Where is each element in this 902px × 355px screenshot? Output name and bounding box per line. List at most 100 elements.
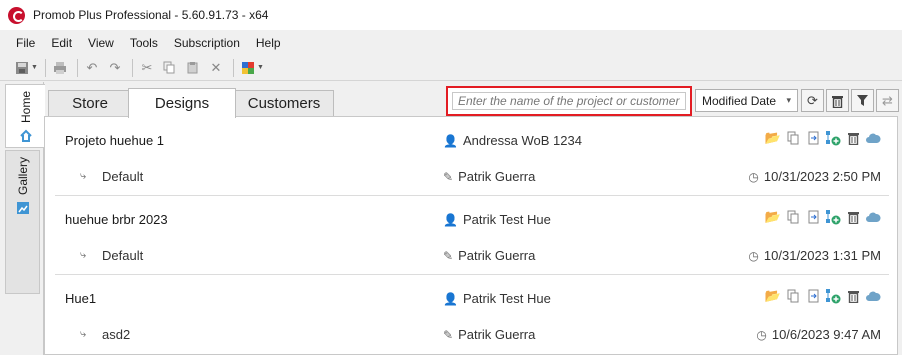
cloud-icon[interactable] [865, 130, 881, 146]
toolbar: ▼ ↶ ↷ ✂ ✕ ▼ [0, 55, 902, 81]
export-icon[interactable] [805, 288, 821, 304]
version-date: ◷ 10/6/2023 9:47 AM [756, 327, 881, 342]
toolbar-separator [76, 58, 78, 77]
menu-help[interactable]: Help [248, 36, 289, 50]
side-tab-home-label: Home [18, 91, 33, 124]
save-icon[interactable] [12, 58, 32, 78]
side-tab-home[interactable]: Home [5, 84, 45, 148]
add-version-icon[interactable] [825, 130, 841, 146]
menu-subscription[interactable]: Subscription [166, 36, 248, 50]
version-tree-icon: ⤷ [80, 249, 87, 261]
trash-button[interactable] [826, 89, 849, 112]
side-panel: Home Gallery [0, 82, 45, 355]
gallery-icon [16, 201, 30, 218]
open-folder-icon[interactable]: 📂 [765, 209, 781, 225]
project-actions: 📂 [765, 130, 881, 146]
pen-icon: ✎ [443, 169, 454, 184]
redo-icon[interactable]: ↷ [105, 58, 125, 78]
project-row[interactable]: Hue1 👤 Patrik Test Hue 📂 ⤷ asd2 ✎ Patrik G… [55, 275, 889, 354]
menu-bar: File Edit View Tools Subscription Help [0, 30, 902, 55]
filter-icon [857, 95, 868, 106]
version-name[interactable]: Default [102, 169, 143, 184]
delete-project-icon[interactable] [845, 130, 861, 146]
duplicate-icon[interactable] [785, 130, 801, 146]
home-icon [19, 129, 33, 146]
open-folder-icon[interactable]: 📂 [765, 288, 781, 304]
duplicate-icon[interactable] [785, 288, 801, 304]
refresh-button[interactable]: ⟳ [801, 89, 824, 112]
project-name[interactable]: huehue brbr 2023 [65, 212, 168, 227]
version-date: ◷ 10/31/2023 2:50 PM [748, 169, 881, 184]
filter-button[interactable] [851, 89, 874, 112]
tab-customers[interactable]: Customers [234, 90, 334, 116]
clock-icon: ◷ [748, 169, 759, 184]
project-row[interactable]: huehue brbr 2023 👤 Patrik Test Hue 📂 ⤷ De… [55, 196, 889, 275]
version-author: ✎ Patrik Guerra [443, 248, 535, 263]
export-icon[interactable] [805, 130, 821, 146]
cloud-icon[interactable] [865, 209, 881, 225]
version-date: ◷ 10/31/2023 1:31 PM [748, 248, 881, 263]
version-tree-icon: ⤷ [80, 328, 87, 340]
search-input[interactable] [452, 92, 686, 110]
customer-name: Andressa WoB 1234 [462, 133, 582, 148]
side-tab-gallery[interactable]: Gallery [5, 150, 40, 294]
user-icon: 👤 [443, 212, 458, 227]
save-dropdown-icon[interactable]: ▼ [31, 64, 38, 71]
palette-dropdown-icon[interactable]: ▼ [257, 64, 264, 71]
project-name[interactable]: Projeto huehue 1 [65, 133, 164, 148]
author-name: Patrik Guerra [458, 248, 536, 263]
user-icon: 👤 [443, 133, 458, 148]
project-actions: 📂 [765, 288, 881, 304]
paste-icon[interactable] [183, 58, 203, 78]
project-customer: 👤 Patrik Test Hue [443, 212, 551, 227]
open-folder-icon[interactable]: 📂 [765, 130, 781, 146]
menu-edit[interactable]: Edit [43, 36, 80, 50]
color-palette-icon[interactable] [238, 58, 258, 78]
pen-icon: ✎ [443, 248, 454, 263]
version-name[interactable]: Default [102, 248, 143, 263]
author-name: Patrik Guerra [458, 169, 536, 184]
pen-icon: ✎ [443, 327, 454, 342]
project-customer: 👤 Andressa WoB 1234 [443, 133, 582, 148]
copy-icon[interactable] [160, 58, 180, 78]
customer-name: Patrik Test Hue [462, 291, 551, 306]
toolbar-separator [131, 58, 133, 77]
side-tab-gallery-label: Gallery [15, 157, 30, 196]
cut-icon[interactable]: ✂ [137, 58, 157, 78]
date-text: 10/6/2023 9:47 AM [771, 327, 881, 342]
project-row[interactable]: Projeto huehue 1 👤 Andressa WoB 1234 📂 ⤷ … [55, 117, 889, 196]
version-author: ✎ Patrik Guerra [443, 169, 535, 184]
print-icon[interactable] [50, 58, 70, 78]
chevron-down-icon: ▾ [786, 95, 791, 105]
delete-project-icon[interactable] [845, 288, 861, 304]
tab-store[interactable]: Store [48, 90, 132, 116]
project-customer: 👤 Patrik Test Hue [443, 291, 551, 306]
export-icon[interactable] [805, 209, 821, 225]
trash-icon [832, 95, 843, 108]
project-actions: 📂 [765, 209, 881, 225]
cloud-icon[interactable] [865, 288, 881, 304]
menu-view[interactable]: View [80, 36, 122, 50]
add-version-icon[interactable] [825, 209, 841, 225]
delete-project-icon[interactable] [845, 209, 861, 225]
author-name: Patrik Guerra [458, 327, 536, 342]
add-version-icon[interactable] [825, 288, 841, 304]
duplicate-icon[interactable] [785, 209, 801, 225]
toolbar-separator [232, 58, 234, 77]
date-text: 10/31/2023 1:31 PM [763, 248, 881, 263]
swap-arrows-icon: ⇄ [882, 92, 893, 108]
tab-designs[interactable]: Designs [128, 88, 236, 118]
transfer-button[interactable]: ⇄ [876, 89, 899, 112]
sort-select[interactable]: Modified Date ▾ [695, 89, 798, 112]
version-tree-icon: ⤷ [80, 170, 87, 182]
version-name[interactable]: asd2 [102, 327, 130, 342]
customer-name: Patrik Test Hue [462, 212, 551, 227]
menu-file[interactable]: File [8, 36, 43, 50]
project-name[interactable]: Hue1 [65, 291, 96, 306]
delete-icon[interactable]: ✕ [206, 58, 226, 78]
refresh-icon: ⟳ [807, 92, 818, 108]
undo-icon[interactable]: ↶ [82, 58, 102, 78]
menu-tools[interactable]: Tools [122, 36, 166, 50]
clock-icon: ◷ [756, 327, 767, 342]
window-title: Promob Plus Professional - 5.60.91.73 - … [33, 8, 269, 22]
